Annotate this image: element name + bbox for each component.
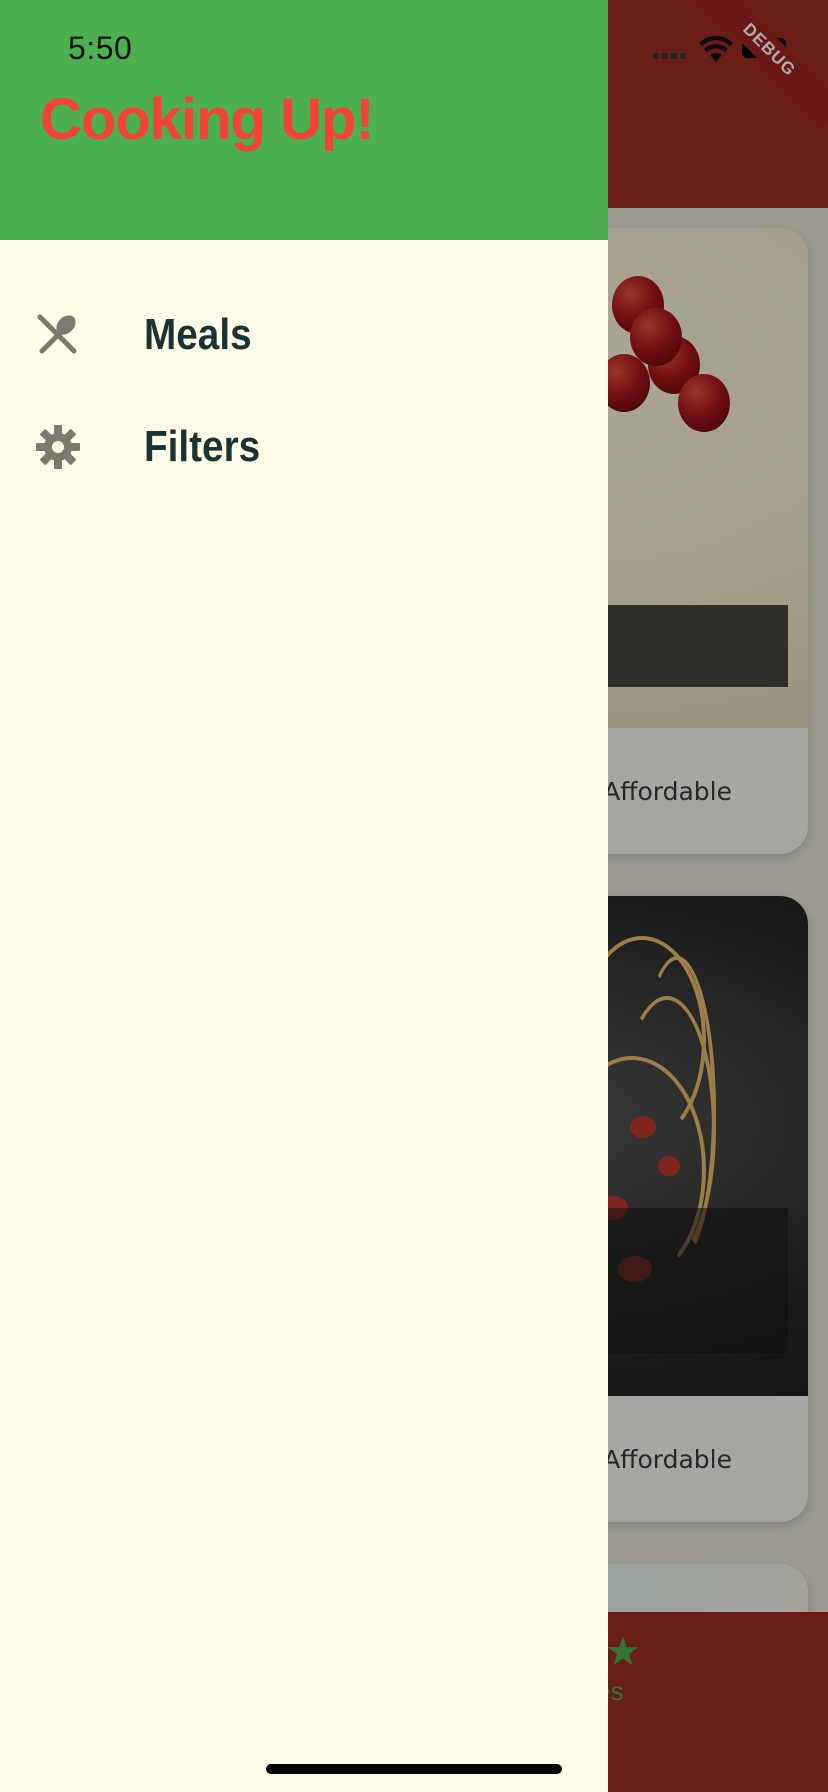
drawer-item-label: Filters <box>144 422 261 471</box>
status-bar-time: 5:50 <box>68 30 133 66</box>
drawer-header: 5:50 Cooking Up! <box>0 0 608 240</box>
drawer-item-meals[interactable]: Meals <box>0 286 608 384</box>
gear-icon <box>36 425 80 469</box>
drawer-item-filters[interactable]: Filters <box>0 398 608 496</box>
drawer-title: Cooking Up! <box>40 87 375 152</box>
restaurant-icon <box>37 314 77 354</box>
navigation-drawer: 5:50 Cooking Up! Meals Filters <box>0 0 608 1792</box>
drawer-item-label: Meals <box>144 310 252 359</box>
home-indicator[interactable] <box>266 1764 562 1774</box>
